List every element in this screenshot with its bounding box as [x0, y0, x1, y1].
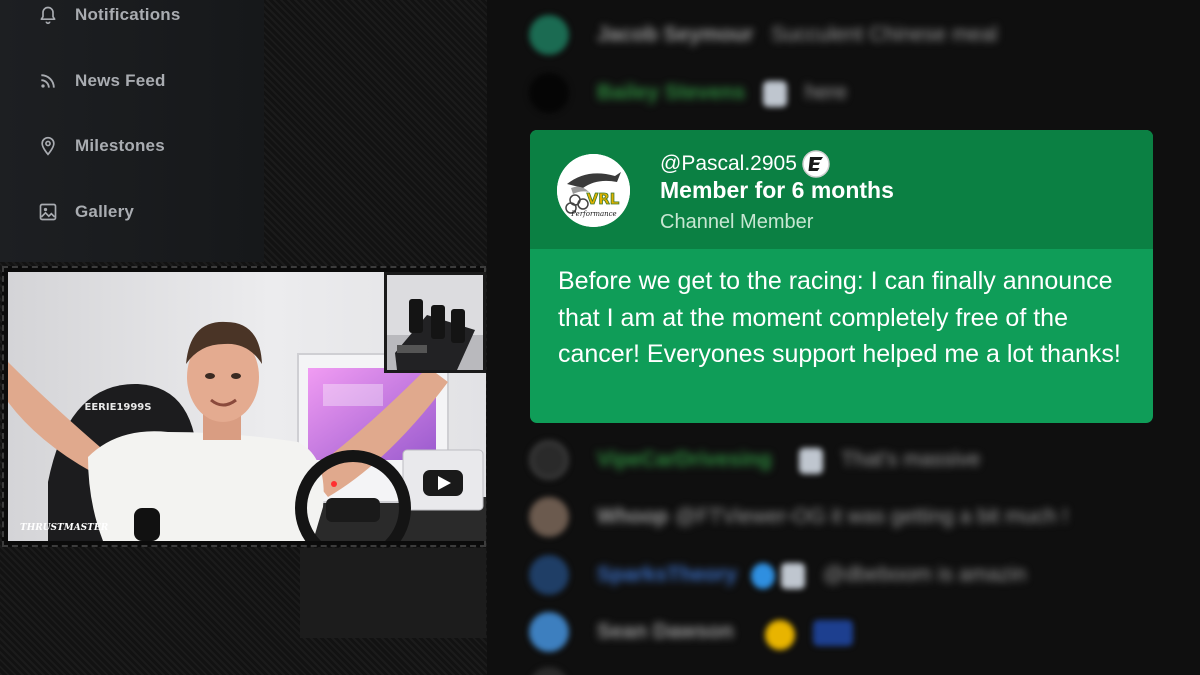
author-avatar[interactable]: VRL Performance — [557, 154, 630, 227]
emoji-icon — [765, 620, 795, 650]
map-pin-icon — [41, 136, 55, 156]
avatar[interactable] — [529, 667, 569, 675]
avatar[interactable] — [529, 555, 569, 595]
logo-text: Performance — [570, 210, 616, 218]
milestone-author-line: @Pascal.2905 — [660, 149, 831, 179]
chat-message: Jacob Seymour Succulent Chinese meal — [525, 15, 1165, 55]
chair-brand-text: EERIE1999S — [85, 402, 152, 413]
chat-message: Sean Dawson — [525, 612, 1165, 652]
membership-level: Channel Member — [660, 211, 814, 233]
chat-text: @FTViewer-OG it was getting a bit much ! — [675, 505, 1069, 528]
chat-author[interactable]: Bailey Stevens — [597, 81, 745, 105]
membership-duration: Member for 6 months — [660, 177, 894, 203]
sidebar-item-label: News Feed — [75, 71, 166, 90]
chat-text: Succulent Chinese meal — [771, 23, 998, 46]
member-badge-icon — [799, 448, 823, 474]
bell-icon — [40, 6, 56, 25]
milestone-header: VRL Performance @Pascal.2905 Member for … — [530, 130, 1153, 249]
sidebar: Notifications News Feed Milestones Galle… — [0, 0, 264, 262]
milestone-author[interactable]: @Pascal.2905 — [660, 152, 797, 176]
chat-message: Bailey Stevens here — [525, 73, 1165, 113]
verified-badge-icon — [751, 563, 775, 589]
sidebar-item-news-feed[interactable]: News Feed — [38, 66, 248, 96]
thrustmaster-watermark: THRUSTMASTER — [20, 523, 109, 533]
chat-text: That's massive — [841, 448, 981, 471]
vrl-performance-logo: VRL Performance — [557, 154, 630, 227]
chat-message — [525, 667, 1165, 675]
flag-emoji-icon — [813, 620, 853, 646]
chat-author[interactable]: Sean Dawson — [597, 620, 734, 644]
member-badge-icon — [763, 81, 787, 107]
pedals-image — [387, 275, 483, 370]
chat-text: here — [805, 81, 848, 104]
member-badge-icon — [802, 150, 830, 178]
sidebar-item-label: Milestones — [75, 136, 165, 155]
stream-overlay-panel: Notifications News Feed Milestones Galle… — [0, 0, 487, 675]
avatar[interactable] — [529, 73, 569, 113]
chat-author[interactable]: SparksTheory — [597, 563, 737, 587]
image-icon — [39, 203, 57, 221]
avatar[interactable] — [529, 440, 569, 480]
sidebar-item-milestones[interactable]: Milestones — [38, 131, 248, 161]
member-badge-icon — [781, 563, 805, 589]
avatar[interactable] — [529, 15, 569, 55]
chat-text: @dbeboom is amazin — [823, 563, 1027, 586]
chat-author[interactable]: VipeCarDrivesing — [597, 448, 772, 472]
chat-author[interactable]: Whoop — [597, 505, 668, 529]
overlay-panel-block — [300, 548, 486, 638]
avatar[interactable] — [529, 612, 569, 652]
logo-abbrev: VRL — [587, 190, 620, 208]
chat-message: SparksTheory @dbeboom is amazin — [525, 555, 1165, 595]
avatar[interactable] — [529, 497, 569, 537]
chat-message: Whoop @FTViewer-OG it was getting a bit … — [525, 497, 1165, 537]
member-milestone-message[interactable]: VRL Performance @Pascal.2905 Member for … — [530, 130, 1153, 423]
chat-message: VipeCarDrivesing That's massive — [525, 440, 1165, 480]
sidebar-item-label: Notifications — [75, 5, 181, 24]
pedal-cam-feed — [384, 272, 486, 373]
rss-icon — [41, 74, 55, 88]
sidebar-item-gallery[interactable]: Gallery — [38, 197, 248, 227]
chat-author[interactable]: Jacob Seymour — [597, 23, 753, 47]
milestone-message-text: Before we get to the racing: I can final… — [558, 267, 1121, 368]
sidebar-item-notifications[interactable]: Notifications — [38, 0, 248, 30]
sidebar-item-label: Gallery — [75, 202, 135, 221]
